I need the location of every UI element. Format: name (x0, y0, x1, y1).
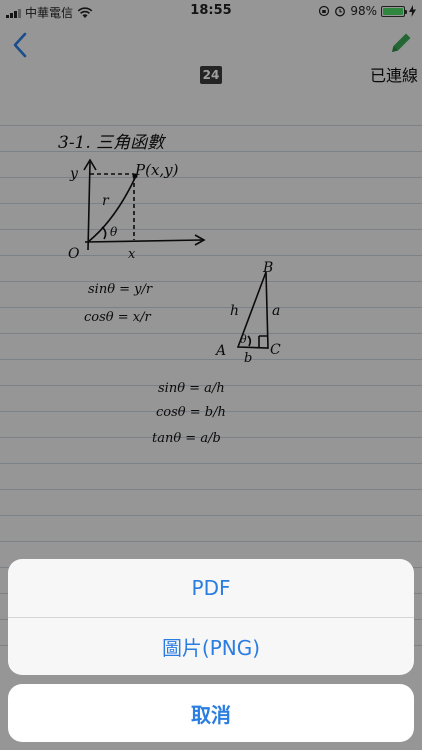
cancel-button[interactable]: 取消 (8, 684, 414, 742)
export-png-button[interactable]: 圖片(PNG) (8, 617, 414, 675)
export-action-sheet: PDF 圖片(PNG) (8, 559, 414, 675)
export-pdf-button[interactable]: PDF (8, 559, 414, 617)
